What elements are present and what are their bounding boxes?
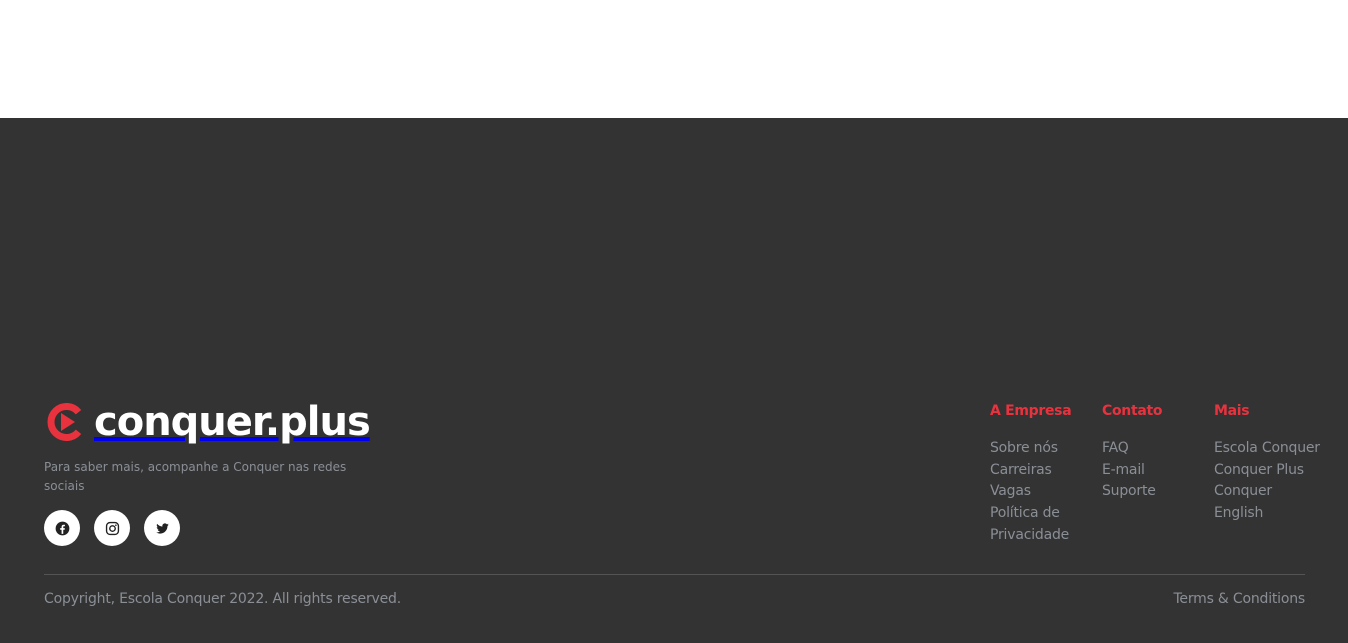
conquer-play-logo-icon [47,403,82,441]
column-title-contato: Contato [1102,403,1163,419]
column-title-a-empresa: A Empresa [990,403,1072,419]
link-conquer-english[interactable]: Conquer English [1214,481,1324,524]
footer-tagline: Para saber mais, acompanhe a Conquer nas… [44,460,347,493]
link-suporte[interactable]: Suporte [1102,481,1202,503]
brand-logo[interactable]: conquer.plus [44,399,371,445]
facebook-button[interactable] [44,510,80,546]
terms-link[interactable]: Terms & Conditions [1173,590,1305,608]
link-conquer-plus[interactable]: Conquer Plus [1214,460,1324,482]
link-sobre-nos[interactable]: Sobre nós [990,438,1090,460]
footer-divider [44,574,1305,575]
column-title-mais: Mais [1214,403,1250,419]
link-faq[interactable]: FAQ [1102,438,1202,460]
footer-column-mais: Mais Escola Conquer Conquer Plus Conquer… [1214,402,1324,525]
link-email[interactable]: E-mail [1102,460,1202,482]
facebook-icon [55,521,69,535]
logo-wordmark: conquer.plus [94,399,371,445]
copyright-text: Copyright, Escola Conquer 2022. All righ… [44,591,401,607]
twitter-icon [155,522,169,534]
link-politica-de-privacidade[interactable]: Política de Privacidade [990,503,1090,546]
site-footer [0,118,1348,643]
twitter-button[interactable] [144,510,180,546]
link-escola-conquer[interactable]: Escola Conquer [1214,438,1324,460]
link-carreiras[interactable]: Carreiras [990,460,1090,482]
footer-column-contato: Contato FAQ E-mail Suporte [1102,402,1202,503]
footer-column-a-empresa: A Empresa Sobre nós Carreiras Vagas Polí… [990,402,1090,547]
social-links [44,510,180,546]
instagram-button[interactable] [94,510,130,546]
link-vagas[interactable]: Vagas [990,481,1090,503]
instagram-icon [105,521,119,535]
page-top-area [0,0,1348,118]
